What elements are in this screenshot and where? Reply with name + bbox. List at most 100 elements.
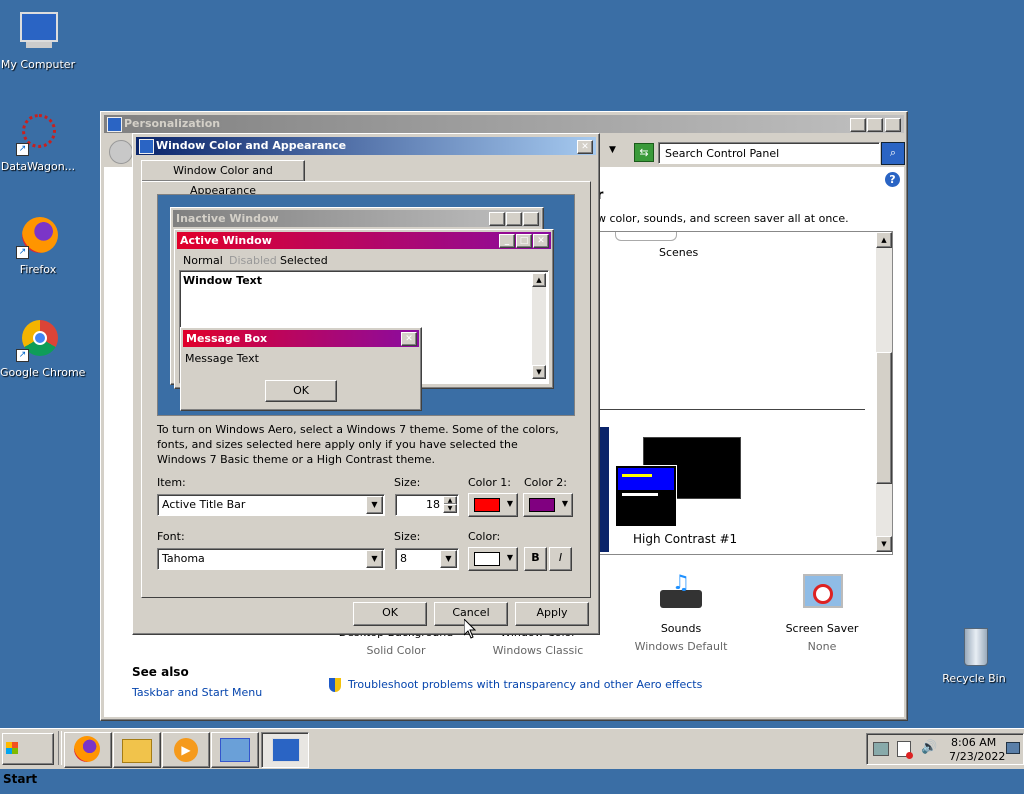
taskbar-divider: [58, 731, 62, 765]
preview-menu-selected: Selected: [280, 254, 328, 267]
maximize-button[interactable]: □: [867, 118, 883, 132]
bold-button[interactable]: B: [524, 547, 547, 571]
clock-time[interactable]: 8:06 AM: [951, 736, 996, 749]
theme-name: Scenes: [659, 246, 699, 259]
chevron-down-icon: ▼: [506, 553, 513, 562]
sounds-icon: ♫: [658, 570, 704, 616]
item-select[interactable]: Active Title Bar ▼: [157, 494, 385, 516]
system-tray: 🔊 8:06 AM 7/23/2022: [866, 733, 1024, 765]
stepper-down-button[interactable]: ▼: [443, 504, 457, 513]
back-button[interactable]: [109, 140, 133, 164]
preview-menu-disabled: Disabled: [229, 254, 277, 267]
preview-scrollbar: ▲ ▼: [532, 273, 546, 379]
clock-date[interactable]: 7/23/2022: [949, 750, 1005, 763]
preview-msgbox-text: Message Text: [185, 352, 259, 365]
taskbar-link[interactable]: Taskbar and Start Menu: [132, 686, 262, 699]
font-select[interactable]: Tahoma ▼: [157, 548, 385, 570]
firefox-icon: ↗: [16, 215, 60, 259]
chevron-down-icon[interactable]: ▼: [609, 145, 616, 155]
desktop-icon-chrome[interactable]: ↗ Google Chrome: [0, 318, 85, 379]
see-also-heading: See also: [132, 665, 189, 679]
taskbar-firefox[interactable]: [64, 732, 112, 768]
font-select-value: Tahoma: [162, 552, 205, 565]
chevron-down-icon[interactable]: ▼: [366, 496, 383, 514]
scroll-thumb[interactable]: [876, 352, 892, 484]
theme-list: Scenes High Contrast #1 ▲ ▼: [598, 231, 893, 555]
item-value: None: [807, 640, 837, 653]
firefox-icon: [74, 736, 100, 762]
volume-icon[interactable]: 🔊: [921, 740, 937, 755]
italic-button[interactable]: I: [549, 547, 572, 571]
item-value: Solid Color: [366, 644, 426, 657]
scroll-down-button[interactable]: ▼: [876, 536, 892, 552]
troubleshoot-link[interactable]: Troubleshoot problems with transparency …: [348, 678, 702, 691]
search-button[interactable]: ⌕: [881, 142, 905, 165]
page-intro: w color, sounds, and screen saver all at…: [597, 212, 849, 225]
screen-saver-icon: [799, 570, 845, 616]
preview-message-box: Message Box ✕ Message Text OK: [180, 327, 422, 411]
taskbar-control-panel[interactable]: [211, 732, 259, 768]
minimize-button[interactable]: _: [850, 118, 866, 132]
taskbar-explorer[interactable]: [113, 732, 161, 768]
computer-icon: [16, 10, 60, 54]
font-color-picker[interactable]: ▼: [468, 547, 518, 571]
close-button[interactable]: ✕: [577, 140, 593, 154]
window-title: Personalization _ □ ✕: [104, 115, 904, 133]
shortcut-arrow-icon: ↗: [16, 349, 29, 362]
desktop-icon-label: My Computer: [0, 58, 76, 71]
chevron-down-icon[interactable]: ▼: [366, 550, 383, 568]
font-color-label: Color:: [468, 530, 501, 543]
desktop-icon-my-computer[interactable]: My Computer: [0, 10, 76, 71]
preview-inactive-title: Inactive Window _ □ ✕: [173, 210, 541, 227]
font-size-value: 8: [400, 552, 407, 565]
font-size-select[interactable]: 8 ▼: [395, 548, 459, 570]
preview-active-title: Active Window _ □ ✕: [177, 232, 551, 249]
appearance-preview[interactable]: Inactive Window _ □ ✕ Active Window _ □ …: [157, 194, 575, 416]
desktop-icon-firefox[interactable]: ↗ Firefox: [0, 215, 76, 276]
item-label: Sounds: [660, 622, 702, 635]
refresh-button[interactable]: ⇆: [634, 143, 654, 162]
scrollbar[interactable]: ▲ ▼: [876, 232, 892, 552]
desktop-icon-datawagon[interactable]: ↗ DataWagon...: [0, 112, 76, 173]
taskbar: Start ▶ 🔊 8:06 AM 7/23/2022: [0, 728, 1024, 786]
item-size-stepper[interactable]: 18 ▲ ▼: [395, 494, 459, 516]
chevron-down-icon: ▼: [506, 499, 513, 508]
scroll-up-button[interactable]: ▲: [876, 232, 892, 248]
preview-msgbox-title: Message Box ✕: [183, 330, 419, 347]
font-label: Font:: [157, 530, 185, 543]
screen-saver-item[interactable]: Screen Saver None: [747, 570, 897, 653]
theme-thumbnail-scenes[interactable]: [615, 232, 677, 241]
security-alert-icon[interactable]: [897, 741, 913, 759]
taskbar-media-player[interactable]: ▶: [162, 732, 210, 768]
start-label: Start: [3, 772, 38, 786]
shortcut-arrow-icon: ↗: [16, 143, 29, 156]
apply-button[interactable]: Apply: [515, 602, 589, 626]
desktop-icon-recycle-bin[interactable]: Recycle Bin: [936, 624, 1012, 685]
close-button[interactable]: ✕: [885, 118, 901, 132]
color2-picker[interactable]: ▼: [523, 493, 573, 517]
desktop-icon-label: Recycle Bin: [942, 672, 1006, 685]
sounds-item[interactable]: ♫ Sounds Windows Default: [606, 570, 756, 653]
chevron-down-icon[interactable]: ▼: [440, 550, 457, 568]
taskbar-personalization[interactable]: [261, 732, 309, 768]
color1-picker[interactable]: ▼: [468, 493, 518, 517]
show-desktop-icon[interactable]: [1006, 742, 1020, 754]
tab-window-color[interactable]: Window Color and Appearance: [141, 160, 305, 197]
preview-inactive-title-text: Inactive Window: [176, 212, 279, 225]
aero-info-text: To turn on Windows Aero, select a Window…: [157, 423, 559, 466]
divider: [599, 409, 865, 410]
help-icon[interactable]: ?: [885, 172, 900, 187]
ok-button[interactable]: OK: [353, 602, 427, 626]
datawagon-icon: ↗: [16, 112, 60, 156]
preview-minimize: _: [499, 234, 515, 248]
item-size-value: 18: [426, 498, 440, 511]
shortcut-arrow-icon: ↗: [16, 246, 29, 259]
recycle-bin-icon: [952, 624, 996, 668]
theme-thumbnail-window: [615, 465, 677, 527]
search-input[interactable]: Search Control Panel: [658, 142, 880, 164]
start-button[interactable]: Start: [2, 733, 54, 786]
network-icon[interactable]: [873, 742, 889, 756]
preview-msgbox-title-text: Message Box: [186, 332, 268, 345]
preview-close: ✕: [401, 332, 417, 346]
preview-close: ✕: [523, 212, 539, 226]
